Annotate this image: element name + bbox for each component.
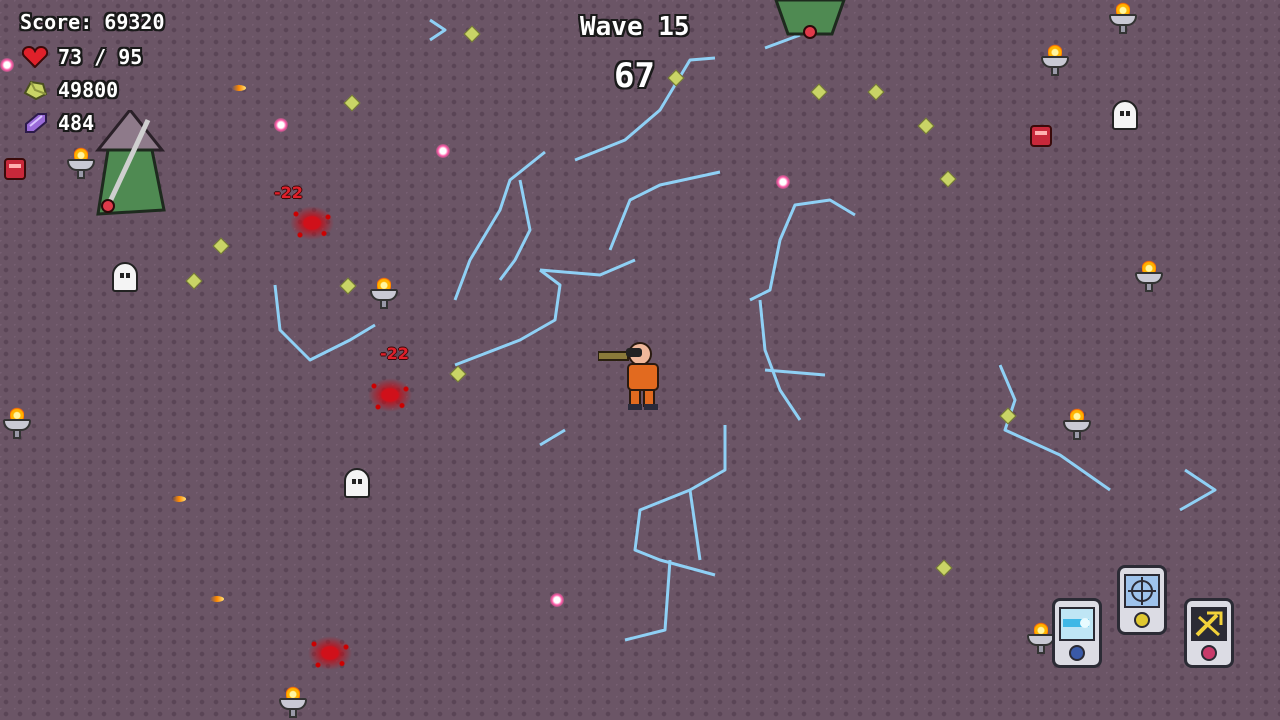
gold-gem-pickup: [867, 83, 885, 101]
witch-enemy: [90, 107, 170, 220]
frost-beam-icon: [1059, 607, 1095, 641]
crab-enemy: [4, 158, 26, 180]
magic-orb-projectile: [436, 144, 450, 158]
ability-slot-indicator: [1134, 612, 1150, 628]
ghost-enemy: [112, 262, 138, 292]
blood-splatter: [360, 372, 420, 418]
gold-gem-pickup: [212, 237, 230, 255]
brazier: [1106, 0, 1140, 36]
gold-gem-pickup: [449, 365, 467, 383]
gold-gem-pickup: [667, 69, 685, 87]
gold-gem-pickup: [339, 277, 357, 295]
ability-slot-indicator: [1201, 645, 1217, 661]
gold-pickaxe-icon: [1191, 607, 1227, 641]
gold-gem-pickup: [185, 272, 203, 290]
crystal-icon: [22, 112, 48, 134]
gold-gem-pickup: [917, 117, 935, 135]
crosshair-target-icon: [1124, 574, 1160, 608]
gold-stat: 49800: [22, 78, 118, 102]
health-value: 73 / 95: [58, 45, 143, 69]
score-label: Score: 69320: [20, 10, 165, 34]
brazier: [1038, 42, 1072, 78]
blood-splatter: [282, 200, 342, 246]
fire-ember-projectile: [210, 596, 224, 602]
player-character: [597, 340, 668, 415]
ability-slot-indicator: [1069, 645, 1085, 661]
crystal-value: 484: [58, 111, 95, 135]
blood-splatter: [300, 630, 360, 676]
magic-orb-projectile: [776, 175, 790, 189]
green-boss-enemy: [770, 0, 850, 40]
ability-card-crosshair[interactable]: [1117, 565, 1167, 635]
ability-card-frost-beam[interactable]: [1052, 598, 1102, 668]
damage-number: -22: [380, 344, 409, 363]
gold-gem-pickup: [463, 25, 481, 43]
gold-gem-pickup: [935, 559, 953, 577]
gold-gem-pickup: [810, 83, 828, 101]
gold-value: 49800: [58, 78, 119, 102]
gold-nugget-icon: [22, 79, 48, 101]
health-stat: 73 / 95: [21, 45, 143, 69]
ghost-enemy: [1112, 100, 1138, 130]
damage-number: -22: [274, 183, 303, 202]
fire-ember-projectile: [172, 496, 186, 502]
gold-gem-pickup: [343, 94, 361, 112]
magic-orb-projectile: [274, 118, 288, 132]
gold-gem-pickup: [939, 170, 957, 188]
gold-gem-pickup: [999, 407, 1017, 425]
brazier: [1060, 406, 1094, 442]
brazier: [64, 145, 98, 181]
brazier: [0, 405, 34, 441]
magic-orb-projectile: [0, 58, 14, 72]
magic-orb-projectile: [550, 593, 564, 607]
crystal-stat: 484: [22, 111, 94, 135]
ability-card-gold-pickaxe[interactable]: [1184, 598, 1234, 668]
wave-timer: 67: [614, 56, 655, 96]
heart-icon: [21, 45, 49, 69]
brazier: [276, 684, 310, 720]
brazier: [1132, 258, 1166, 294]
fire-ember-projectile: [232, 85, 246, 91]
crab-enemy: [1030, 125, 1052, 147]
wave-label: Wave 15: [580, 12, 690, 42]
brazier: [367, 275, 401, 311]
ghost-enemy: [344, 468, 370, 498]
